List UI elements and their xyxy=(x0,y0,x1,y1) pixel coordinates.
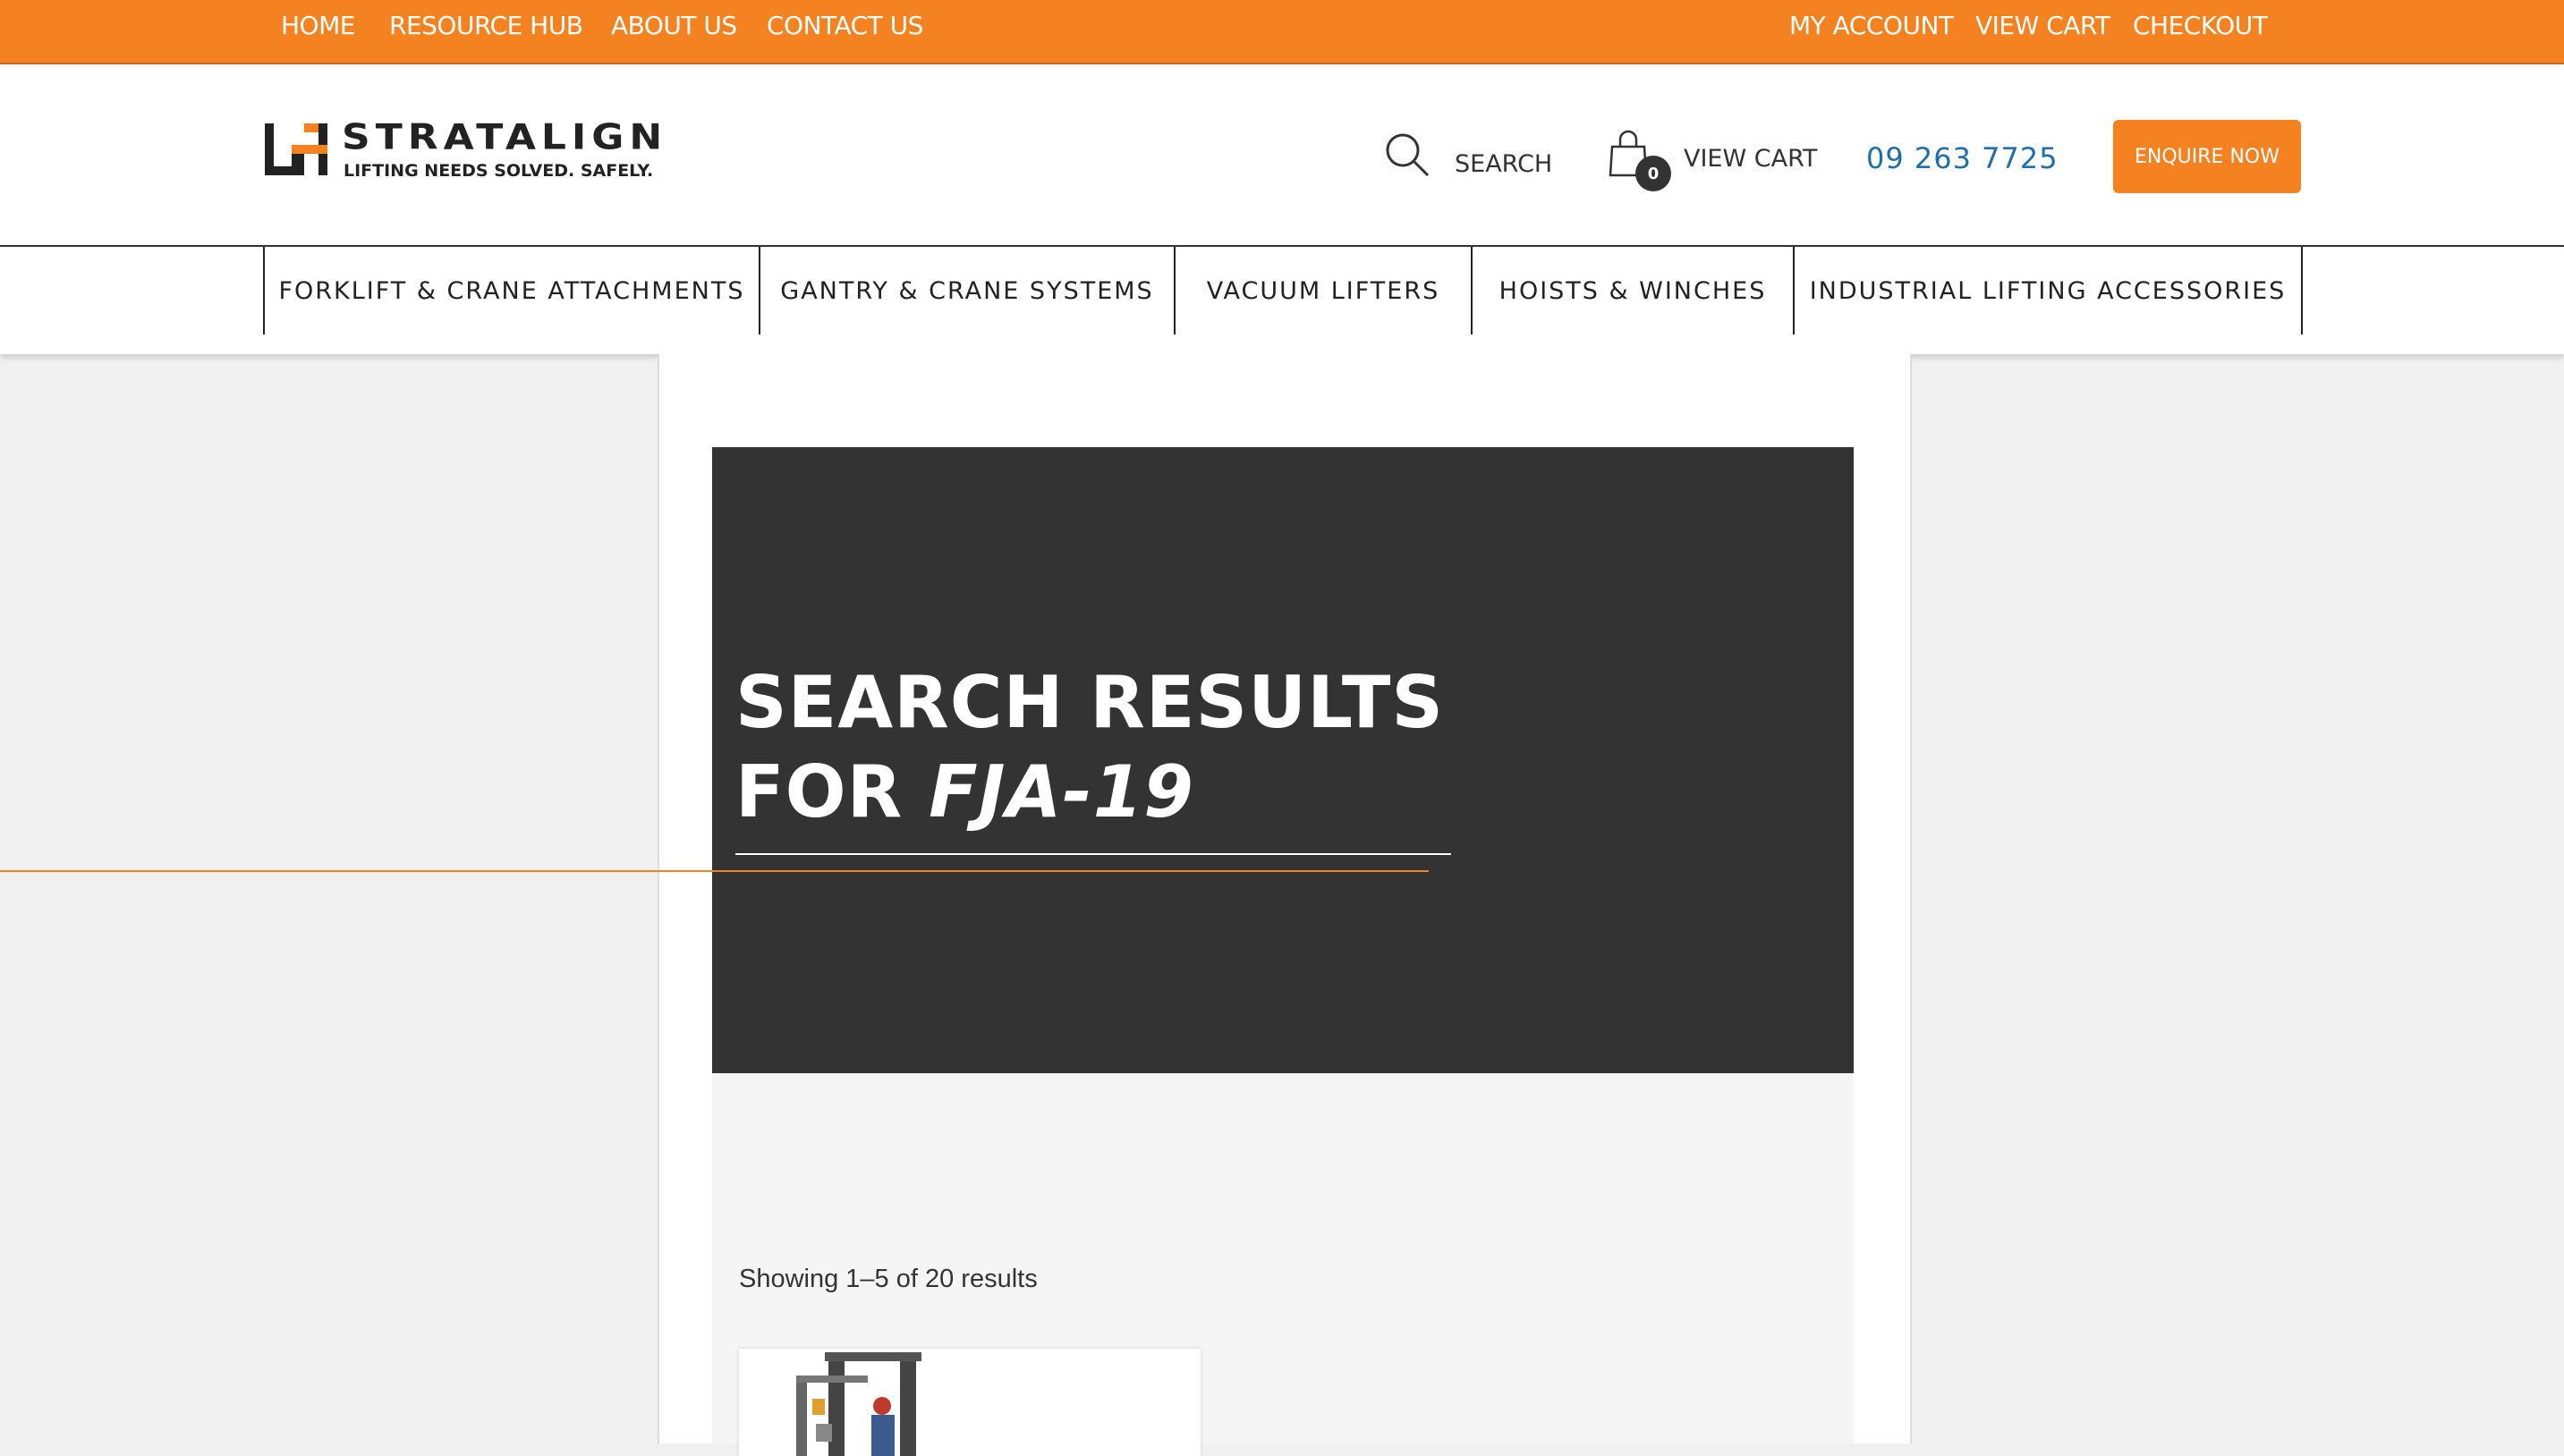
search-results-hero: SEARCH RESULTS FOR FJA-19 xyxy=(712,447,1854,1073)
phone-number-link[interactable]: 09 263 7725 xyxy=(1866,141,2059,175)
nav-home-link[interactable]: HOME xyxy=(281,11,355,40)
category-vacuum-lifters[interactable]: VACUUM LIFTERS xyxy=(1174,247,1473,334)
category-forklift-crane-attachments[interactable]: FORKLIFT & CRANE ATTACHMENTS xyxy=(263,247,760,334)
forklift-product-image xyxy=(796,1352,921,1456)
search-icon xyxy=(1386,133,1430,177)
view-cart-link[interactable]: VIEW CART xyxy=(1975,11,2110,40)
cart-count-badge: 0 xyxy=(1635,156,1671,191)
my-account-link[interactable]: MY ACCOUNT xyxy=(1789,11,1954,40)
logo-tagline: LIFTING NEEDS SOLVED. SAFELY. xyxy=(344,161,654,181)
cart-label: VIEW CART xyxy=(1684,145,1818,173)
category-nav: FORKLIFT & CRANE ATTACHMENTS GANTRY & CR… xyxy=(0,245,2564,354)
logo-mark-icon xyxy=(265,123,327,175)
nav-resource-hub-link[interactable]: RESOURCE HUB xyxy=(389,11,583,40)
title-prefix: FOR xyxy=(735,750,930,834)
search-label: SEARCH xyxy=(1455,150,1553,178)
top-utility-bar: HOME RESOURCE HUB ABOUT US CONTACT US MY… xyxy=(0,0,2564,64)
product-card[interactable] xyxy=(739,1349,1201,1456)
logo-name: STRATALIGN xyxy=(342,116,668,158)
nav-contact-us-link[interactable]: CONTACT US xyxy=(767,11,923,40)
view-cart-button[interactable]: 0 VIEW CART xyxy=(1609,129,1817,191)
checkout-link[interactable]: CHECKOUT xyxy=(2133,11,2268,40)
category-industrial-lifting-accessories[interactable]: INDUSTRIAL LIFTING ACCESSORIES xyxy=(1793,247,2303,334)
accent-divider-line xyxy=(0,870,1429,872)
category-hoists-winches[interactable]: HOISTS & WINCHES xyxy=(1471,247,1795,334)
category-gantry-crane-systems[interactable]: GANTRY & CRANE SYSTEMS xyxy=(759,247,1176,334)
title-line-1: SEARCH RESULTS xyxy=(735,661,1445,744)
site-header: STRATALIGN LIFTING NEEDS SOLVED. SAFELY.… xyxy=(0,64,2564,245)
title-underline xyxy=(735,853,1451,855)
results-count: Showing 1–5 of 20 results xyxy=(739,1265,1038,1293)
site-logo[interactable]: STRATALIGN LIFTING NEEDS SOLVED. SAFELY. xyxy=(265,117,662,181)
enquire-now-button[interactable]: ENQUIRE NOW xyxy=(2113,120,2301,193)
nav-about-us-link[interactable]: ABOUT US xyxy=(611,11,737,40)
page-title: SEARCH RESULTS FOR FJA-19 xyxy=(735,658,1541,837)
search-query: FJA-19 xyxy=(929,750,1194,834)
search-button[interactable]: SEARCH xyxy=(1383,131,1552,185)
